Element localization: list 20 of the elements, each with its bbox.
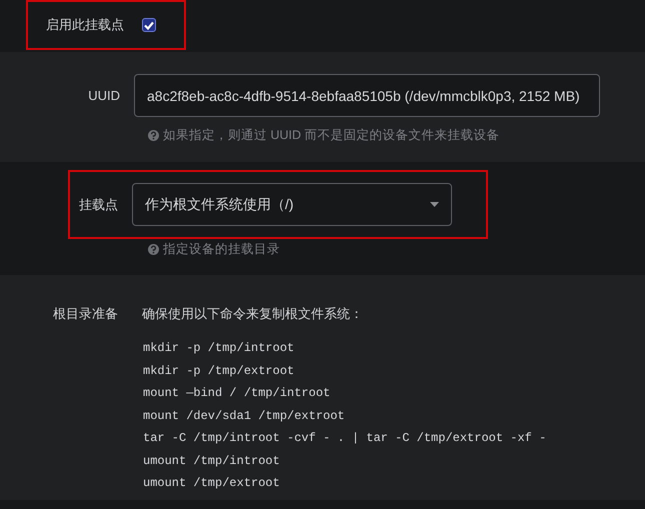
help-text: 指定设备的挂载目录 — [163, 241, 280, 258]
command-line: mount /dev/sda1 /tmp/extroot — [143, 408, 346, 424]
uuid-field[interactable]: a8c2f8eb-ac8c-4dfb-9514-8ebfaa85105b (/dev/mmcblk0p3, 2152 MB) — [134, 74, 600, 117]
enable-checkbox[interactable] — [142, 18, 156, 32]
mountpoint-dropdown[interactable]: 作为根文件系统使用（/) — [132, 183, 452, 226]
help-text: 如果指定，则通过 UUID 而不是固定的设备文件来挂载设备 — [163, 127, 500, 144]
command-line: mkdir -p /tmp/introot — [143, 340, 296, 357]
help-icon — [148, 244, 159, 255]
command-line: tar -C /tmp/introot -cvf - . | tar -C /tmp/extroot -xf - — [143, 430, 548, 447]
field-label: UUID — [87, 88, 121, 103]
command-line: umount /tmp/extroot — [143, 475, 281, 492]
command-line: umount /tmp/introot — [143, 452, 281, 470]
caret-icon — [430, 202, 439, 207]
field-label: 根目录准备 — [52, 305, 119, 323]
instruction-text: 确保使用以下命令来复制根文件系统： — [142, 305, 363, 323]
help-icon — [148, 130, 159, 141]
command-line: mount —bind / /tmp/introot — [143, 385, 332, 402]
command-line: mkdir -p /tmp/extroot — [143, 362, 296, 380]
field-label: 启用此挂载点 — [46, 16, 124, 34]
field-label: 挂载点 — [78, 196, 119, 214]
